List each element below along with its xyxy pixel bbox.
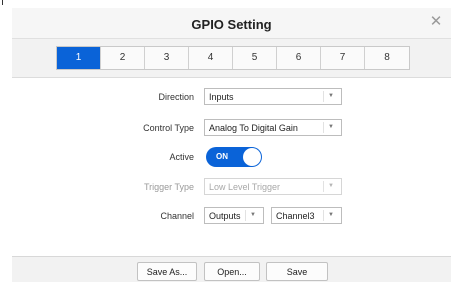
active-label: Active [169, 152, 194, 162]
gpio-tabs: 1 2 3 4 5 6 7 8 [56, 46, 410, 70]
tab-2[interactable]: 2 [101, 47, 145, 69]
control-type-label: Control Type [143, 123, 194, 133]
channel-direction-value: Outputs [209, 211, 241, 221]
channel-label: Channel [160, 211, 194, 221]
tab-5[interactable]: 5 [233, 47, 277, 69]
chevron-down-icon: ▼ [323, 210, 336, 221]
window-corner-mark [2, 0, 3, 5]
gpio-form: Direction Inputs ▼ Control Type Analog T… [12, 78, 451, 258]
channel-number-select[interactable]: Channel3 ▼ [271, 207, 342, 224]
control-type-row: Control Type Analog To Digital Gain ▼ [12, 119, 451, 139]
active-row: Active ON [12, 147, 451, 168]
gpio-tab-strip: 1 2 3 4 5 6 7 8 [12, 39, 451, 78]
channel-direction-select[interactable]: Outputs ▼ [204, 207, 264, 224]
channel-number-value: Channel3 [276, 211, 315, 221]
direction-select[interactable]: Inputs ▼ [204, 88, 342, 105]
close-icon[interactable]: ✕ [427, 13, 445, 31]
dialog-footer: Save As... Open... Save [12, 256, 451, 282]
open-button[interactable]: Open... [204, 262, 260, 281]
save-as-button[interactable]: Save As... [137, 262, 197, 281]
tab-8[interactable]: 8 [365, 47, 409, 69]
save-button[interactable]: Save [266, 262, 328, 281]
tab-1[interactable]: 1 [57, 47, 101, 69]
trigger-type-value: Low Level Trigger [209, 182, 281, 192]
tab-3[interactable]: 3 [145, 47, 189, 69]
control-type-select[interactable]: Analog To Digital Gain ▼ [204, 119, 342, 136]
tab-4[interactable]: 4 [189, 47, 233, 69]
trigger-type-label: Trigger Type [143, 182, 194, 192]
gpio-setting-dialog: GPIO Setting ✕ 1 2 3 4 5 6 7 8 Direction… [0, 0, 451, 282]
control-type-value: Analog To Digital Gain [209, 123, 298, 133]
tab-6[interactable]: 6 [277, 47, 321, 69]
direction-value: Inputs [209, 92, 234, 102]
trigger-type-select: Low Level Trigger ▼ [204, 178, 342, 195]
channel-row: Channel Outputs ▼ Channel3 ▼ [12, 207, 451, 227]
direction-label: Direction [158, 92, 194, 102]
direction-row: Direction Inputs ▼ [12, 88, 451, 108]
chevron-down-icon: ▼ [323, 91, 336, 102]
trigger-type-row: Trigger Type Low Level Trigger ▼ [12, 178, 451, 198]
toggle-knob [243, 148, 261, 166]
chevron-down-icon: ▼ [323, 181, 336, 192]
chevron-down-icon: ▼ [245, 210, 258, 221]
title-bar: GPIO Setting ✕ [12, 8, 451, 39]
chevron-down-icon: ▼ [323, 122, 336, 133]
dialog-title: GPIO Setting [191, 17, 272, 32]
active-toggle-state: ON [216, 152, 228, 161]
tab-7[interactable]: 7 [321, 47, 365, 69]
active-toggle[interactable]: ON [206, 147, 262, 167]
